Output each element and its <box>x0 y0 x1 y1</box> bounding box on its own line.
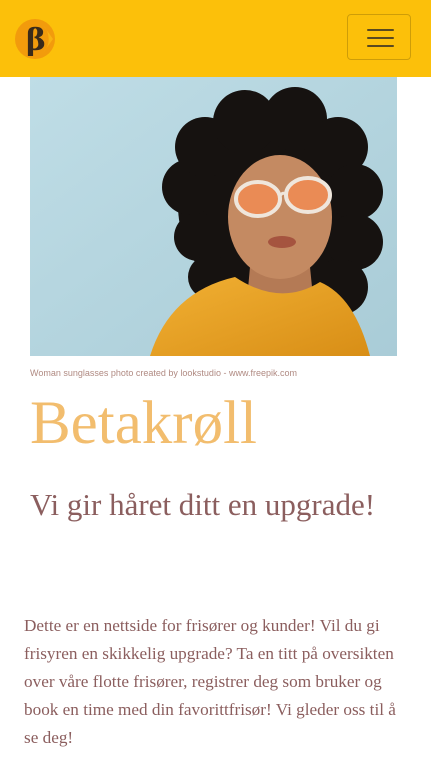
svg-text:β: β <box>26 23 46 58</box>
tagline-heading: Vi gir håret ditt en upgrade! <box>30 487 376 522</box>
brand-title: Betakrøll <box>30 390 257 457</box>
top-navbar: β <box>0 0 431 77</box>
menu-toggle-button[interactable] <box>347 14 411 60</box>
intro-paragraph: Dette er en nettside for frisører og kun… <box>24 616 396 747</box>
brand-logo-icon: β <box>15 19 55 59</box>
photo-credit[interactable]: Woman sunglasses photo created by lookst… <box>30 368 297 378</box>
hero-photo <box>30 77 397 356</box>
hero-image <box>30 77 397 356</box>
